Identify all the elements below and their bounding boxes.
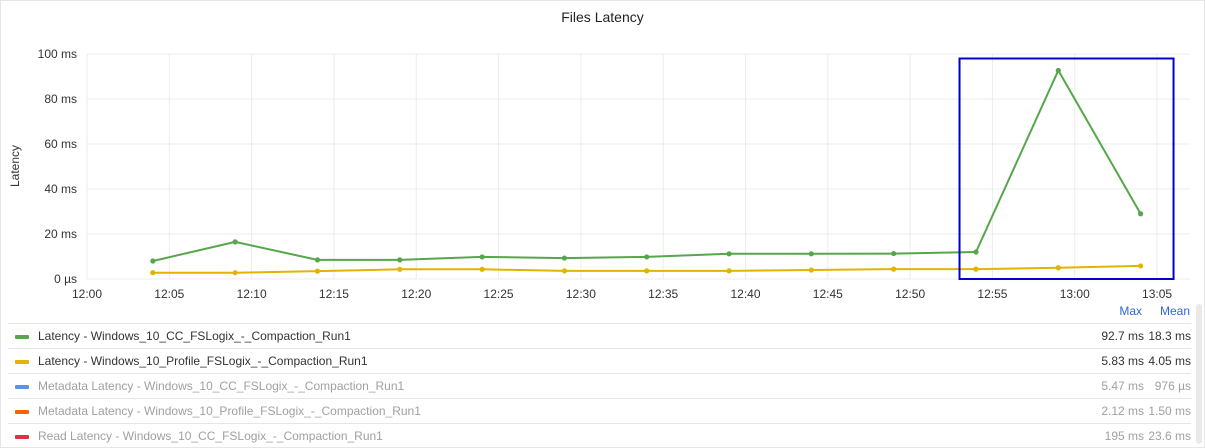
data-point: [726, 251, 732, 257]
legend-item[interactable]: Latency - Windows_10_CC_FSLogix_-_Compac…: [8, 323, 1191, 348]
legend-item-label: Read Latency - Windows_10_CC_FSLogix_-_C…: [38, 429, 383, 443]
legend-item-mean: 18.3 ms: [1148, 329, 1191, 343]
data-point: [314, 268, 321, 274]
x-tick-label: 12:40: [730, 287, 760, 300]
y-tick-label: 40 ms: [44, 182, 77, 196]
legend-scrollbar[interactable]: [1196, 304, 1202, 444]
x-tick-label: 12:55: [977, 287, 1007, 300]
data-point: [644, 254, 650, 260]
x-tick-label: 12:25: [484, 287, 514, 300]
data-point: [891, 250, 897, 257]
x-tick-label: 12:05: [154, 287, 184, 300]
legend-item-label: Latency - Windows_10_Profile_FSLogix_-_C…: [38, 354, 368, 368]
y-tick-label: 20 ms: [44, 227, 77, 241]
data-point: [479, 266, 485, 272]
x-tick-label: 12:20: [401, 287, 431, 300]
legend-item-max: 2.12 ms: [1101, 404, 1144, 418]
legend-item-mean: 976 µs: [1154, 379, 1191, 393]
data-point: [232, 270, 238, 276]
y-tick-label: 60 ms: [44, 137, 77, 151]
legend-item[interactable]: Metadata Latency - Windows_10_Profile_FS…: [8, 398, 1191, 423]
legend-color-swatch: [15, 360, 29, 364]
data-point: [973, 266, 979, 272]
data-point: [232, 239, 238, 245]
x-axis-ticks: 12:00 12:05 12:10 12:15 12:20 12:25 12:30 12:35…: [72, 287, 1172, 300]
data-point: [150, 270, 156, 276]
y-tick-label: 100 ms: [38, 47, 77, 61]
data-point: [1055, 67, 1061, 74]
x-tick-label: 12:10: [237, 287, 267, 300]
legend-color-swatch: [15, 385, 29, 389]
legend-color-swatch: [15, 435, 29, 439]
data-point: [1138, 263, 1144, 269]
sort-mean-button[interactable]: Mean: [1142, 304, 1190, 318]
legend-item-mean: 23.6 ms: [1148, 429, 1191, 443]
legend-color-swatch: [15, 410, 29, 414]
data-point: [973, 249, 979, 255]
legend-item-label: Metadata Latency - Windows_10_Profile_FS…: [38, 404, 421, 418]
data-point: [1138, 211, 1144, 217]
data-point: [644, 268, 650, 274]
legend-color-swatch: [15, 335, 29, 339]
x-tick-label: 12:45: [813, 287, 843, 300]
data-point: [808, 251, 814, 257]
highlight-box: [958, 57, 1175, 280]
x-tick-label: 12:00: [72, 287, 102, 300]
data-point: [479, 254, 485, 260]
data-point: [1055, 265, 1061, 271]
legend-item[interactable]: Read Latency - Windows_10_CC_FSLogix_-_C…: [8, 423, 1191, 448]
x-tick-label: 13:05: [1142, 287, 1172, 300]
legend-item-max: 5.83 ms: [1101, 354, 1144, 368]
x-tick-label: 12:50: [895, 287, 925, 300]
legend-item-label: Metadata Latency - Windows_10_CC_FSLogix…: [38, 379, 405, 393]
y-tick-label: 80 ms: [44, 92, 77, 106]
legend-item[interactable]: Metadata Latency - Windows_10_CC_FSLogix…: [8, 373, 1191, 398]
data-point: [561, 268, 568, 274]
data-point: [891, 266, 897, 272]
data-point: [808, 267, 814, 273]
data-point: [314, 257, 321, 263]
legend-item-label: Latency - Windows_10_CC_FSLogix_-_Compac…: [38, 329, 351, 343]
y-axis-label: Latency: [8, 145, 22, 187]
data-point: [561, 255, 568, 261]
legend-item-mean: 4.05 ms: [1148, 354, 1191, 368]
data-point: [150, 258, 156, 264]
y-axis-ticks: 0 µs 20 ms 40 ms 60 ms 80 ms 100 ms: [38, 47, 77, 286]
latency-chart[interactable]: Latency 0 µs 20 ms 40 ms 60 ms 80 ms 100 ms 1…: [0, 0, 1205, 300]
x-tick-label: 12:35: [648, 287, 678, 300]
legend-item-max: 195 ms: [1104, 429, 1144, 443]
data-point: [397, 257, 403, 263]
sort-max-button[interactable]: Max: [1097, 304, 1142, 318]
data-point: [726, 268, 732, 274]
x-tick-label: 12:15: [319, 287, 349, 300]
legend-item[interactable]: Latency - Windows_10_Profile_FSLogix_-_C…: [8, 348, 1191, 373]
y-tick-label: 0 µs: [54, 272, 77, 286]
x-tick-label: 12:30: [566, 287, 596, 300]
data-point: [397, 266, 403, 272]
legend: Latency - Windows_10_CC_FSLogix_-_Compac…: [8, 323, 1191, 448]
legend-item-max: 92.7 ms: [1101, 329, 1144, 343]
x-tick-label: 13:00: [1060, 287, 1090, 300]
legend-item-max: 5.47 ms: [1101, 379, 1144, 393]
legend-item-mean: 1.50 ms: [1148, 404, 1191, 418]
legend-header: Max Mean: [1097, 304, 1190, 318]
